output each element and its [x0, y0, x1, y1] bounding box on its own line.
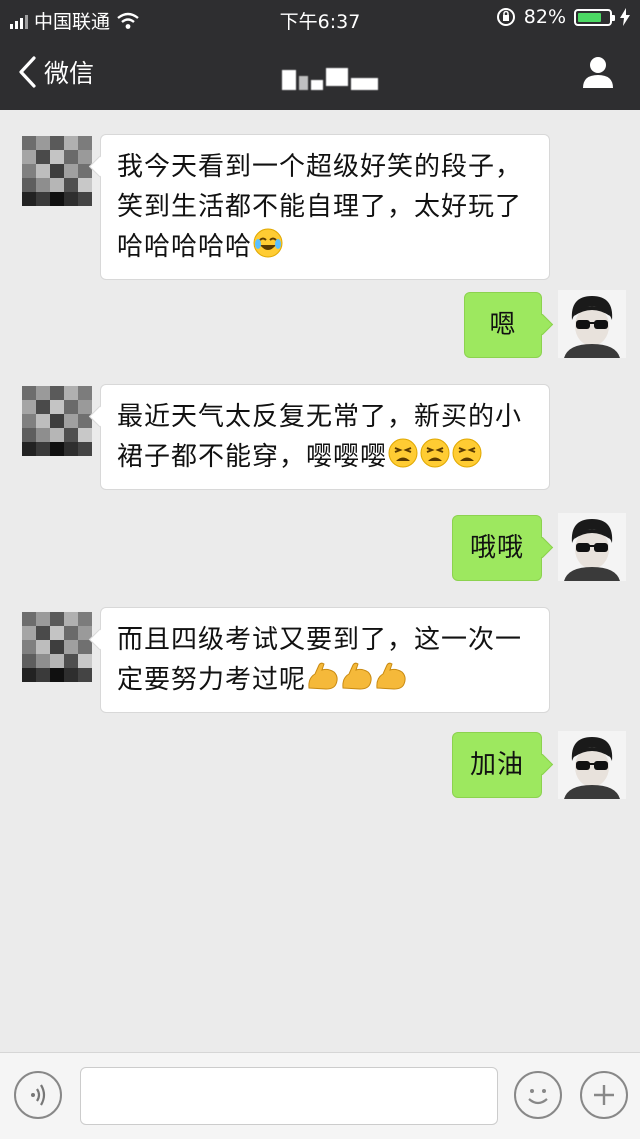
nav-bar: 微信 [0, 36, 640, 110]
profile-icon[interactable] [580, 54, 616, 90]
message-bubble-received[interactable]: 我今天看到一个超级好笑的段子， 笑到生活都不能自理了，太好玩了 哈哈哈哈哈 [100, 134, 550, 280]
chevron-left-icon [19, 56, 36, 88]
contact-avatar[interactable] [22, 386, 92, 456]
flexed-biceps-emoji-icon [308, 662, 338, 690]
message-bubble-sent[interactable]: 哦哦 [452, 515, 542, 581]
back-button[interactable]: 微信 [16, 54, 94, 90]
message-line: 嗯 [489, 310, 517, 340]
voice-button[interactable] [14, 1071, 62, 1119]
laughing-tears-emoji-icon [253, 228, 283, 258]
voice-icon [31, 1084, 46, 1106]
chat-title-pixelated [282, 68, 378, 92]
battery-icon [574, 8, 615, 26]
back-label: 微信 [44, 59, 95, 88]
emoji-icon [528, 1089, 548, 1105]
message-line: 哦哦 [469, 533, 524, 563]
plus-icon [594, 1085, 614, 1105]
my-avatar[interactable] [558, 290, 626, 358]
message-bubble-received[interactable]: 最近天气太反复无常了，新买的小 裙子都不能穿，嘤嘤嘤 [100, 384, 550, 490]
status-bar: 中国联通 下午6:37 82% [0, 0, 640, 36]
battery-fill [578, 12, 602, 22]
message-line: 加油 [469, 750, 524, 780]
orientation-lock-icon [496, 8, 515, 26]
battery-percent: 82% [523, 6, 566, 28]
message-line: 定要努力考过呢 [117, 665, 307, 695]
my-avatar[interactable] [558, 731, 626, 799]
message-bubble-sent[interactable]: 加油 [452, 732, 542, 798]
message-line: 笑到生活都不能自理了，太好玩了 [117, 192, 523, 222]
tired-face-emoji-icon [420, 438, 450, 468]
user-photo-icon [558, 290, 626, 358]
contact-avatar[interactable] [22, 612, 92, 682]
user-photo-icon [558, 513, 626, 581]
message-input[interactable] [80, 1067, 498, 1125]
top-bar: 中国联通 下午6:37 82% 微信 [0, 0, 640, 110]
charging-bolt-icon [620, 8, 630, 26]
tired-face-emoji-icon [452, 438, 482, 468]
message-line: 而且四级考试又要到了，这一次一 [117, 625, 523, 655]
tired-face-emoji-icon [388, 438, 418, 468]
message-line: 我今天看到一个超级好笑的段子， [117, 152, 523, 182]
emoji-button[interactable] [514, 1071, 562, 1119]
input-bar [0, 1052, 640, 1139]
flexed-biceps-emoji-icon [342, 662, 372, 690]
plus-button[interactable] [580, 1071, 628, 1119]
flexed-biceps-emoji-icon [376, 662, 406, 690]
message-line: 裙子都不能穿，嘤嘤嘤 [117, 442, 388, 472]
user-photo-icon [558, 731, 626, 799]
message-bubble-sent[interactable]: 嗯 [464, 292, 542, 358]
message-bubble-received[interactable]: 而且四级考试又要到了，这一次一 定要努力考过呢 [100, 607, 550, 713]
contact-avatar[interactable] [22, 136, 92, 206]
my-avatar[interactable] [558, 513, 626, 581]
message-line: 哈哈哈哈哈 [117, 232, 253, 262]
message-line: 最近天气太反复无常了，新买的小 [117, 402, 523, 432]
